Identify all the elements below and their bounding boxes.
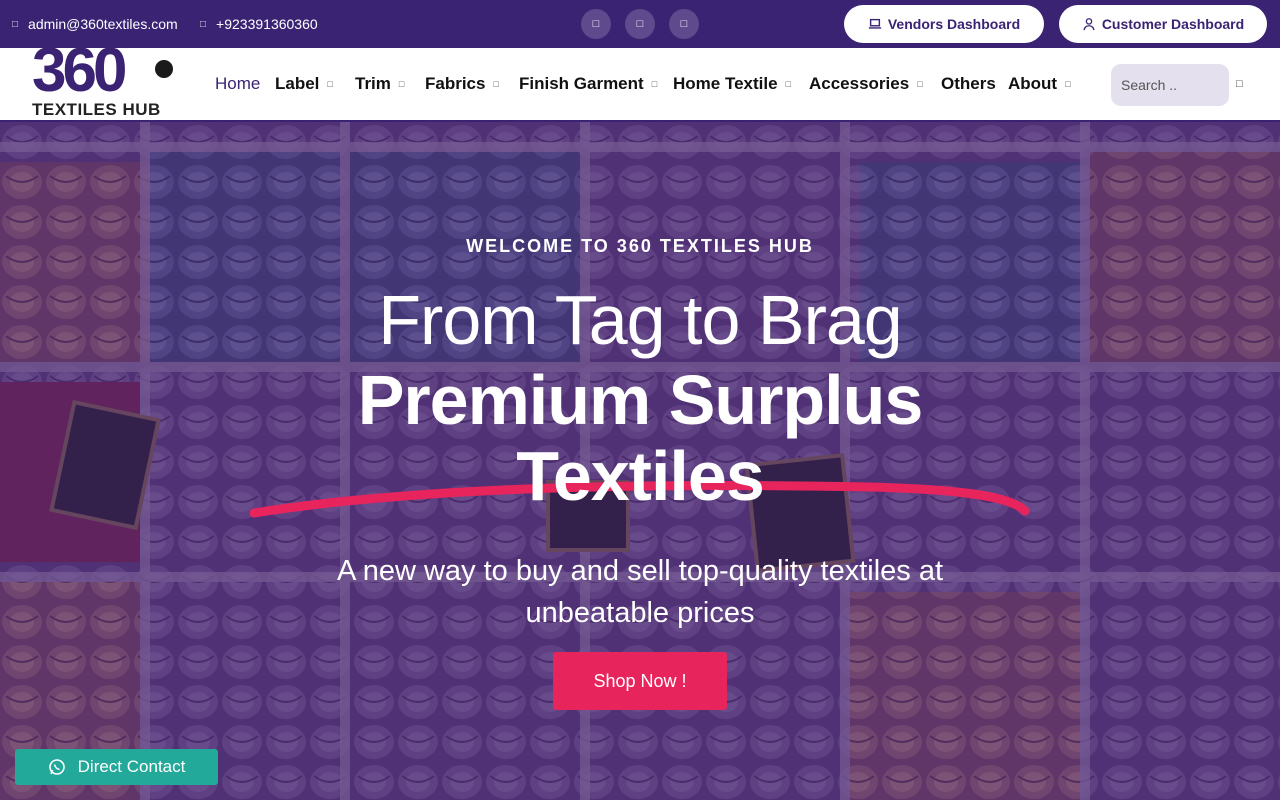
- chevron-down-icon: □: [1065, 79, 1071, 89]
- hero-headline-line2: Premium Surplus: [357, 361, 924, 439]
- nav-label: Accessories: [809, 74, 910, 93]
- hero-headline-line3: Textiles: [516, 437, 765, 515]
- customer-dashboard-button[interactable]: Customer Dashboard: [1059, 5, 1267, 43]
- logo-dot: [155, 60, 173, 78]
- nav-label: Others: [941, 74, 996, 93]
- chevron-down-icon: □: [917, 79, 923, 89]
- hero-headline-line1: From Tag to Brag: [378, 281, 903, 359]
- facebook-icon[interactable]: □: [581, 9, 611, 39]
- nav-home-textile[interactable]: Home Textile □: [673, 48, 791, 120]
- chevron-down-icon: □: [785, 79, 791, 89]
- nav-label: Home: [215, 74, 261, 93]
- customer-dashboard-label: Customer Dashboard: [1101, 16, 1245, 32]
- hero-subtitle: A new way to buy and sell top-quality te…: [336, 555, 944, 629]
- envelope-icon: □: [12, 18, 19, 30]
- nav-fabrics[interactable]: Fabrics □: [425, 48, 499, 120]
- nav-others[interactable]: Others: [941, 48, 996, 120]
- chevron-down-icon: □: [327, 79, 333, 89]
- laptop-icon: [868, 18, 881, 29]
- site-logo[interactable]: 360 TEXTILES HUB: [30, 40, 175, 120]
- vendors-dashboard-button[interactable]: Vendors Dashboard: [844, 5, 1044, 43]
- nav-label: Label: [275, 74, 320, 93]
- vendors-dashboard-label: Vendors Dashboard: [887, 16, 1021, 32]
- user-icon: [1083, 18, 1095, 31]
- nav-label[interactable]: Label □: [275, 48, 333, 120]
- contact-phone[interactable]: □ +923391360360: [200, 0, 318, 48]
- phone-icon: □: [200, 18, 207, 30]
- search-icon[interactable]: □: [1236, 78, 1243, 90]
- direct-contact-label: Direct Contact: [77, 757, 186, 776]
- linkedin-icon[interactable]: □: [669, 9, 699, 39]
- chevron-down-icon: □: [493, 79, 499, 89]
- chevron-down-icon: □: [651, 79, 658, 89]
- logo-text: TEXTILES HUB: [32, 100, 163, 120]
- nav-label: Trim: [355, 74, 391, 93]
- nav-label: Home Textile: [673, 74, 778, 93]
- nav-trim[interactable]: Trim □: [355, 48, 404, 120]
- hero-eyebrow: WELCOME TO 360 TEXTILES HUB: [466, 236, 814, 256]
- logo-mark: 360: [32, 36, 127, 105]
- nav-finish-garment[interactable]: Finish Garment □: [519, 48, 657, 120]
- email-text: admin@360textiles.com: [28, 16, 178, 32]
- whatsapp-icon: [48, 759, 65, 775]
- direct-contact-button[interactable]: Direct Contact: [15, 749, 218, 785]
- top-bar: □ admin@360textiles.com □ +923391360360 …: [0, 0, 1280, 48]
- search-input[interactable]: [1111, 64, 1229, 106]
- nav-label: Fabrics: [425, 74, 486, 93]
- nav-about[interactable]: About □: [1008, 48, 1071, 120]
- nav-accessories[interactable]: Accessories □: [809, 48, 923, 120]
- hero-banner: WELCOME TO 360 TEXTILES HUB From Tag to …: [0, 122, 1280, 800]
- nav-home[interactable]: Home: [215, 48, 260, 120]
- nav-label: About: [1008, 74, 1058, 93]
- social-links: □ □ □: [581, 9, 699, 39]
- phone-text: +923391360360: [216, 16, 318, 32]
- main-navbar: 360 TEXTILES HUB Home Label □ Trim □ Fab…: [0, 40, 1280, 122]
- shop-now-button[interactable]: Shop Now !: [553, 652, 727, 710]
- instagram-icon[interactable]: □: [625, 9, 655, 39]
- chevron-down-icon: □: [398, 79, 405, 89]
- nav-label: Finish Garment: [519, 74, 644, 93]
